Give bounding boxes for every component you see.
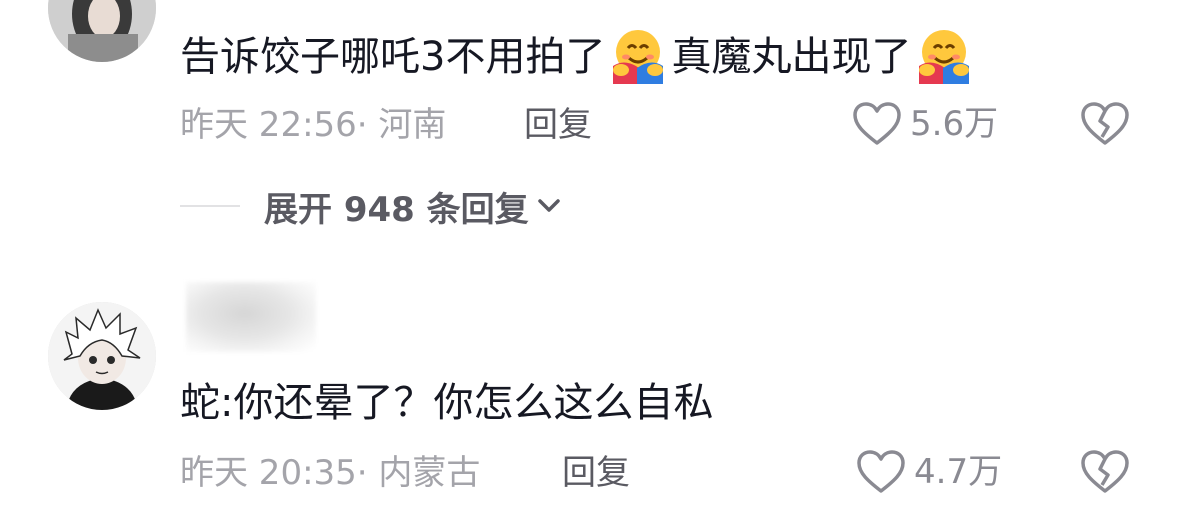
comment-location: · 河南 xyxy=(356,105,447,145)
comment-text: 蛇:你还晕了？你怎么这么自私 xyxy=(180,380,714,426)
divider-line xyxy=(180,205,240,207)
reply-button[interactable]: 回复 xyxy=(562,456,630,490)
broken-heart-icon[interactable] xyxy=(1080,101,1130,147)
hugging-face-emoji-icon xyxy=(915,26,973,84)
comment-time: 昨天 20:35 xyxy=(180,453,357,493)
like-button[interactable]: 5.6万 xyxy=(852,101,998,147)
avatar-image xyxy=(48,302,156,410)
comment-meta: 昨天 20:35· 内蒙古 xyxy=(180,456,480,490)
reply-button[interactable]: 回复 xyxy=(524,108,592,142)
chevron-down-icon xyxy=(537,199,560,212)
comment-text: 告诉饺子哪吒3不用拍了 真魔丸出现了 xyxy=(180,26,977,84)
hugging-face-emoji-icon xyxy=(609,26,667,84)
comment-text-part: 真魔丸出现了 xyxy=(671,34,912,80)
broken-heart-icon[interactable] xyxy=(1080,449,1130,495)
like-count: 5.6万 xyxy=(910,104,999,144)
heart-icon xyxy=(857,450,905,493)
like-button[interactable]: 4.7万 xyxy=(856,449,1002,495)
like-count: 4.7万 xyxy=(914,452,1003,492)
comment-location: · 内蒙古 xyxy=(356,453,481,493)
username[interactable] xyxy=(186,282,316,352)
expand-replies-button[interactable]: 展开 948 条回复 xyxy=(180,184,563,230)
avatar[interactable] xyxy=(48,302,156,410)
avatar[interactable] xyxy=(48,0,156,62)
comment-text-part: 告诉饺子哪吒3不用拍了 xyxy=(180,34,606,80)
comment-meta: 昨天 22:56· 河南 xyxy=(180,108,446,142)
expand-replies-label: 展开 948 条回复 xyxy=(264,189,529,230)
avatar-image xyxy=(48,0,156,62)
heart-icon xyxy=(853,102,901,145)
comment-list: 告诉饺子哪吒3不用拍了 真魔丸出现了 昨天 22:56· 河南 回复 5.6万 … xyxy=(0,0,1179,528)
comment-time: 昨天 22:56 xyxy=(180,105,357,145)
